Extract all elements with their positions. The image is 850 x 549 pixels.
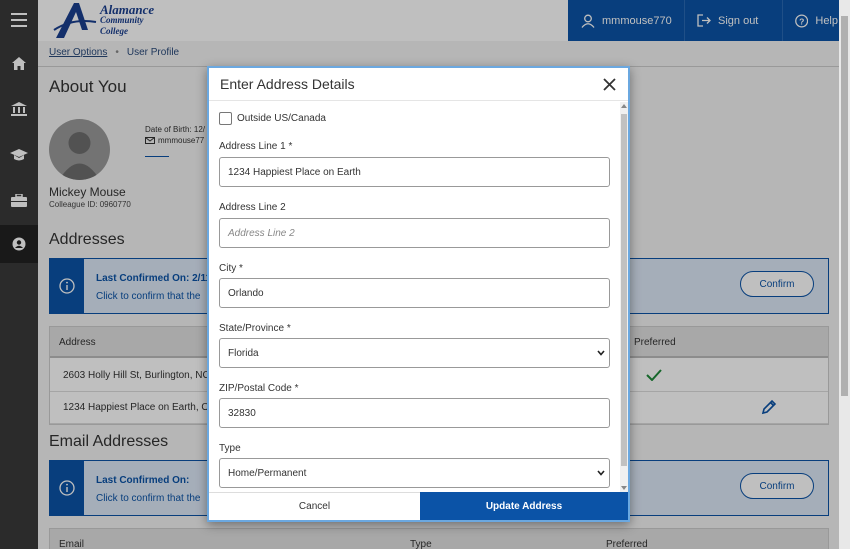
outside-us-canada-option[interactable]: Outside US/Canada [219, 112, 326, 125]
address1-input[interactable]: 1234 Happiest Place on Earth [219, 157, 610, 187]
close-button[interactable] [600, 75, 618, 93]
type-select[interactable]: Home/Permanent [219, 458, 610, 488]
type-select-value: Home/Permanent [228, 467, 307, 479]
outside-us-canada-checkbox[interactable] [219, 112, 232, 125]
update-address-button[interactable]: Update Address [420, 492, 628, 520]
close-icon [602, 77, 616, 91]
state-label: State/Province * [219, 323, 291, 334]
zip-input[interactable]: 32830 [219, 398, 610, 428]
city-label: City * [219, 263, 243, 274]
scroll-up-icon[interactable] [621, 104, 627, 108]
modal-footer: Cancel Update Address [209, 492, 628, 520]
zip-label: ZIP/Postal Code * [219, 383, 299, 394]
address2-label: Address Line 2 [219, 202, 286, 213]
city-input[interactable]: Orlando [219, 278, 610, 308]
chevron-down-icon [597, 350, 605, 356]
page-scrollbar[interactable] [839, 0, 850, 549]
address1-label: Address Line 1 * [219, 141, 293, 152]
state-select-value: Florida [228, 347, 259, 359]
type-label: Type [219, 443, 241, 454]
cancel-button[interactable]: Cancel [209, 492, 420, 520]
chevron-down-icon [597, 470, 605, 476]
outside-us-canada-label: Outside US/Canada [237, 113, 326, 124]
scroll-down-icon[interactable] [621, 486, 627, 490]
modal-scrollbar[interactable] [620, 102, 628, 492]
address-modal: Enter Address Details Outside US/Canada … [207, 66, 630, 522]
modal-title: Enter Address Details [220, 76, 355, 92]
state-select[interactable]: Florida [219, 338, 610, 368]
address2-input[interactable]: Address Line 2 [219, 218, 610, 248]
scroll-thumb[interactable] [621, 114, 627, 466]
